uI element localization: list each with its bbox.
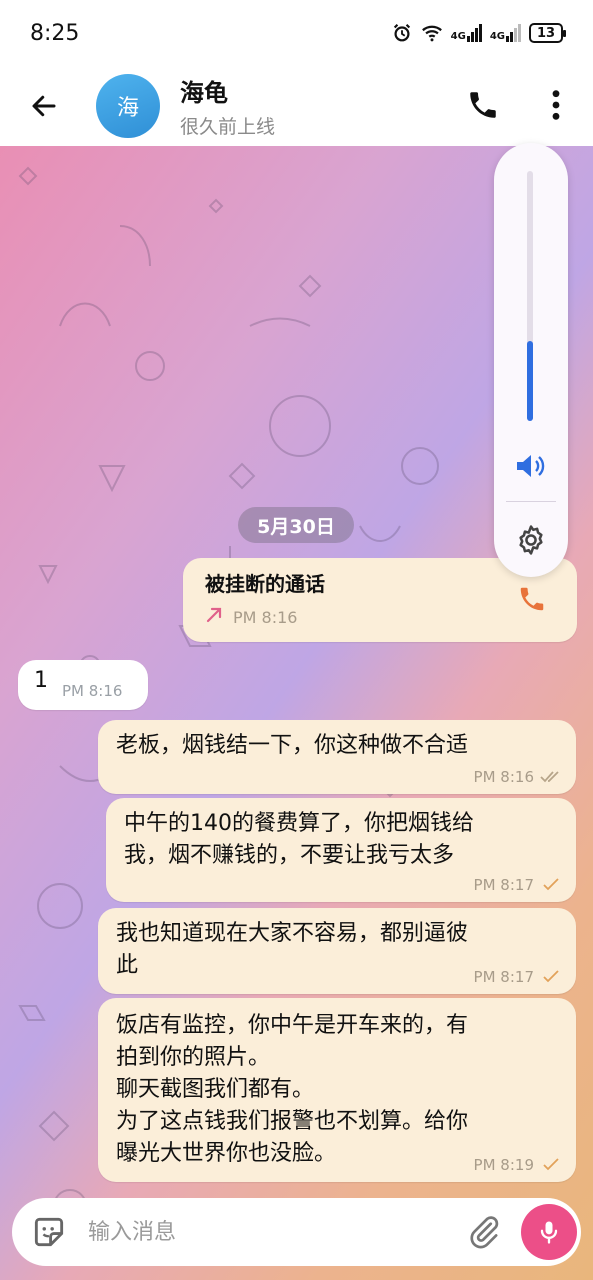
outgoing-message[interactable]: 老板，烟钱结一下，你这种做不合适 PM 8:16 [98,720,576,794]
signal-icon: 4G [451,24,482,42]
avatar-letter: 海 [116,96,139,121]
message-text: 老板，烟钱结一下，你这种做不合适 [116,733,469,758]
battery-level: 13 [536,25,556,41]
date-separator: 5月30日 [238,507,354,543]
alarm-icon [393,23,410,42]
status-bar: 8:25 4G 4G 13 [0,0,593,66]
incoming-message[interactable]: 1 PM 8:16 [18,660,148,710]
gear-icon[interactable] [514,523,548,557]
chat-header: 海 海龟 很久前上线 [0,66,593,146]
message-meta: PM 8:19 [474,1156,562,1174]
outgoing-message[interactable]: 饭店有监控，你中午是开车来的，有 拍到你的照片。 聊天截图我们都有。 为了这点钱… [98,998,576,1182]
mic-icon [540,1221,558,1244]
message-meta: PM 8:17 [474,876,562,894]
volume-panel[interactable] [494,143,568,577]
speaker-icon[interactable] [514,451,548,481]
network-type-label: 4G [489,31,505,42]
message-time: PM 8:17 [473,968,534,986]
network-type-label: 4G [450,31,466,42]
contact-name: 海龟 [180,79,228,107]
avatar[interactable]: 海 [96,74,160,138]
message-time: PM 8:16 [473,768,534,786]
status-icons: 4G 4G 13 [391,22,566,44]
message-time: PM 8:16 [233,608,298,627]
outgoing-message[interactable]: 我也知道现在大家不容易，都别逼彼 此 PM 8:17 [98,908,576,994]
signal-icon: 4G [490,24,521,42]
message-meta: PM 8:16 [474,768,562,786]
outgoing-message[interactable]: 中午的140的餐费算了，你把烟钱给 我，烟不赚钱的，不要让我亏太多 PM 8:1… [106,798,576,902]
call-title: 被挂断的通话 [205,572,325,596]
back-button[interactable] [24,86,64,126]
message-text: 饭店有监控，你中午是开车来的，有 拍到你的照片。 聊天截图我们都有。 为了这点钱… [116,1013,469,1166]
message-input[interactable] [88,1212,448,1252]
check-icon [543,970,559,983]
back-arrow-icon [32,95,56,117]
check-icon [543,1158,559,1171]
more-vertical-icon[interactable] [546,88,566,122]
check-icon [543,878,559,891]
phone-icon[interactable] [517,584,547,614]
contact-info[interactable]: 海龟 很久前上线 [180,73,275,139]
message-time: PM 8:16 [62,682,123,700]
message-input-bar [12,1198,581,1266]
message-time: PM 8:17 [473,876,534,894]
attach-icon[interactable] [466,1214,502,1250]
battery-icon: 13 [529,23,566,43]
message-time: PM 8:19 [473,1156,534,1174]
volume-divider [506,501,556,502]
volume-level [527,341,533,421]
wifi-icon [421,25,442,42]
mic-button[interactable] [521,1204,577,1260]
call-button[interactable] [466,88,500,122]
outgoing-arrow-icon [206,607,222,623]
status-time: 8:25 [30,20,80,46]
volume-slider[interactable] [527,171,533,421]
message-text: 1 [34,668,48,693]
sticker-icon[interactable] [30,1213,68,1251]
message-text: 中午的140的餐费算了，你把烟钱给 我，烟不赚钱的，不要让我亏太多 [124,811,474,868]
message-meta: PM 8:17 [474,968,562,986]
last-seen: 很久前上线 [180,116,276,138]
double-check-icon [540,771,559,783]
